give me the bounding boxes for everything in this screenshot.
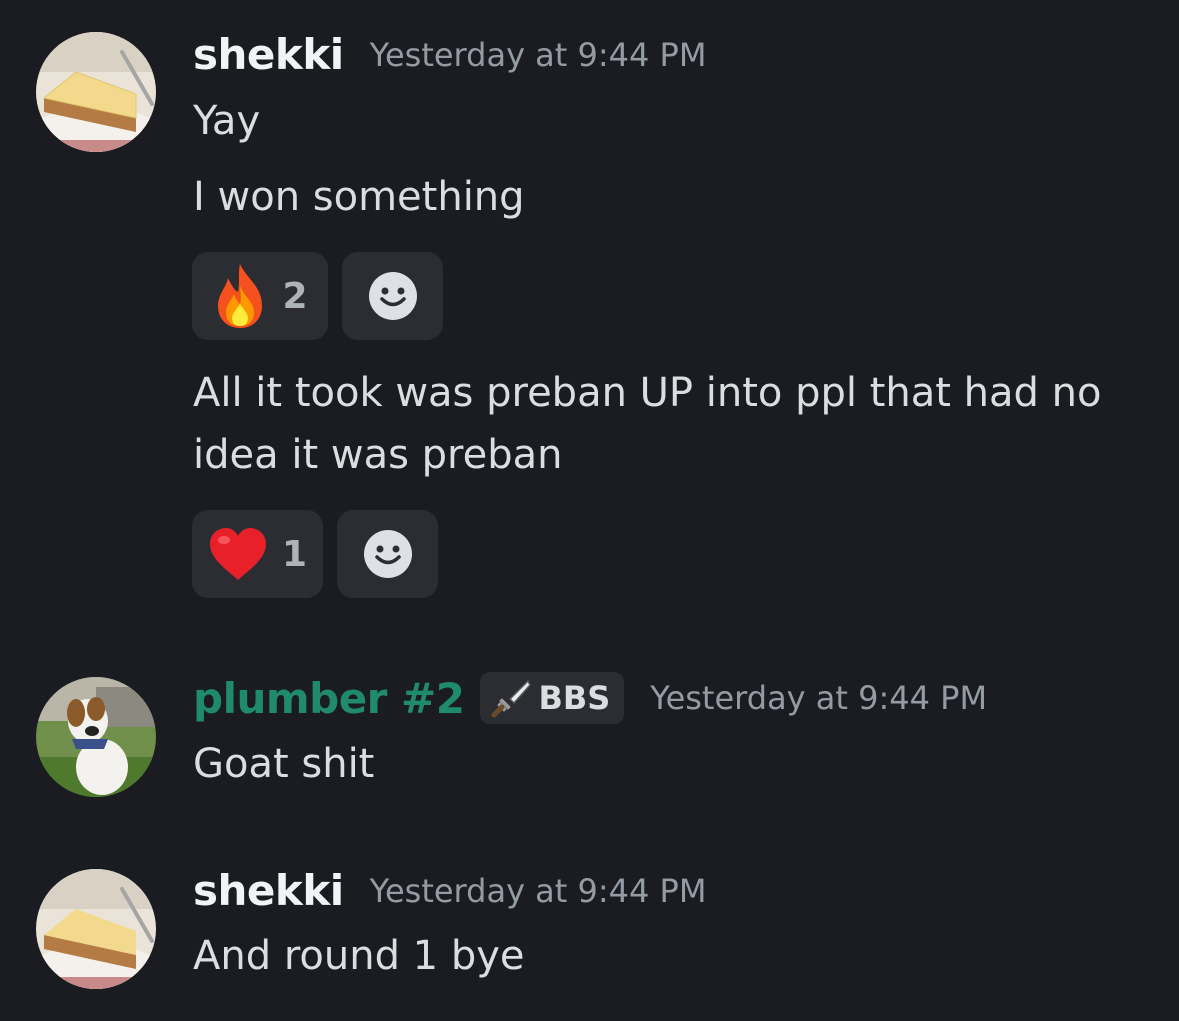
cheesecake-avatar-icon (36, 869, 156, 989)
fire-emoji-icon (218, 264, 263, 328)
red-heart-emoji-icon (209, 528, 266, 580)
avatar-shekki[interactable] (36, 32, 156, 152)
message-header: shekki Yesterday at 9:44 PM (193, 30, 706, 79)
role-label: BBS (538, 679, 611, 717)
role-tag[interactable]: BBS (480, 672, 625, 724)
add-reaction-button[interactable] (337, 510, 438, 598)
avatar-shekki[interactable] (36, 869, 156, 989)
dog-avatar-icon (36, 677, 156, 797)
reaction-count: 1 (281, 533, 308, 575)
username[interactable]: shekki (193, 866, 344, 915)
timestamp: Yesterday at 9:44 PM (369, 35, 707, 74)
message-text: idea it was preban (193, 432, 563, 478)
message-text: I won something (193, 174, 525, 220)
timestamp: Yesterday at 9:44 PM (369, 871, 707, 910)
message-text: And round 1 bye (193, 933, 525, 979)
username[interactable]: shekki (193, 30, 344, 79)
message-text: Yay (193, 98, 261, 144)
cheesecake-avatar-icon (36, 32, 156, 152)
reaction-fire[interactable]: 2 (192, 252, 328, 340)
add-reaction-button[interactable] (342, 252, 443, 340)
username[interactable]: plumber #2 (193, 674, 465, 723)
avatar-plumber[interactable] (36, 677, 156, 797)
add-reaction-smiley-icon (368, 272, 417, 320)
reaction-heart[interactable]: 1 (192, 510, 323, 598)
message-text: Goat shit (193, 741, 375, 787)
sword-icon (491, 679, 532, 718)
message-header: shekki Yesterday at 9:44 PM (193, 866, 706, 915)
message-header: plumber #2 BBS Yesterday at 9:44 PM (193, 672, 987, 724)
reaction-count: 2 (282, 275, 308, 317)
add-reaction-smiley-icon (363, 530, 412, 578)
message-text: All it took was preban UP into ppl that … (193, 370, 1102, 416)
timestamp: Yesterday at 9:44 PM (650, 679, 988, 717)
